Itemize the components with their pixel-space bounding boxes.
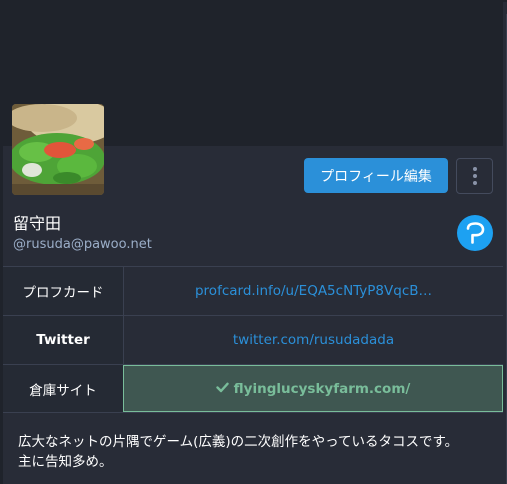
profile-fields: プロフカード profcard.info/u/EQA5cNTyP8VqcB… T… bbox=[3, 266, 503, 413]
display-name: 留守田 bbox=[13, 214, 62, 233]
field-row: 倉庫サイト flyinglucyskyfarm.com/ bbox=[3, 364, 503, 413]
field-row: Twitter twitter.com/rusudadada bbox=[3, 315, 503, 364]
bio-line: 広大なネットの片隅でゲーム(広義)の二次創作をやっているタコスです。 bbox=[18, 434, 459, 450]
field-name: プロフカード bbox=[3, 267, 123, 315]
field-value-link[interactable]: profcard.info/u/EQA5cNTyP8VqcB… bbox=[123, 267, 503, 315]
field-row: プロフカード profcard.info/u/EQA5cNTyP8VqcB… bbox=[3, 266, 503, 315]
avatar-image bbox=[12, 104, 104, 195]
pawoo-logo-icon[interactable] bbox=[457, 215, 493, 251]
more-vertical-icon bbox=[472, 167, 477, 171]
more-options-button[interactable] bbox=[456, 158, 493, 194]
bio-line: 主に告知多め。 bbox=[18, 454, 113, 470]
edit-profile-button[interactable]: プロフィール編集 bbox=[304, 158, 448, 193]
field-name: 倉庫サイト bbox=[3, 365, 123, 412]
field-value-link[interactable]: twitter.com/rusudadada bbox=[123, 316, 503, 364]
field-value-text: flyinglucyskyfarm.com/ bbox=[233, 380, 411, 397]
profile-bio: 広大なネットの片隅でゲーム(広義)の二次創作をやっているタコスです。 主に告知多… bbox=[18, 432, 488, 472]
check-icon bbox=[215, 381, 229, 397]
account-handle: @rusuda@pawoo.net bbox=[13, 237, 152, 252]
field-name: Twitter bbox=[3, 316, 123, 364]
avatar[interactable] bbox=[12, 104, 104, 195]
field-value-verified-link[interactable]: flyinglucyskyfarm.com/ bbox=[123, 365, 503, 412]
